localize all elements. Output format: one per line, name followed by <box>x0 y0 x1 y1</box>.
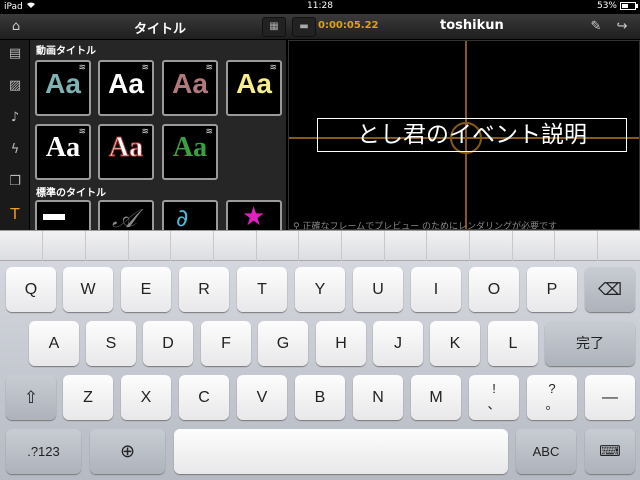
render-note: ⚲ 正確なフレームでプレビュー のためにレンダリングが必要です <box>293 219 558 230</box>
motion-title-4[interactable]: ≋ Aa <box>226 60 282 116</box>
key-j[interactable]: J <box>373 321 423 366</box>
status-time: 11:28 <box>307 1 333 11</box>
thumb-label: Aa <box>45 132 81 163</box>
standard-title-3[interactable]: ∂ <box>162 200 218 230</box>
media-rail: ▤ ▨ ♪ ϟ ❐ T <box>0 40 30 230</box>
render-note-text: 正確なフレームでプレビュー のためにレンダリングが必要です <box>302 222 558 230</box>
top-toolbar: ⌂ タイトル ▦ ▬ 0:00:05.22 toshikun ✎ ↪ <box>0 14 640 40</box>
done-key[interactable]: 完了 <box>545 321 635 366</box>
motion-title-3[interactable]: ≋ Aa <box>162 60 218 116</box>
key-k[interactable]: K <box>430 321 480 366</box>
key-i[interactable]: I <box>411 267 461 312</box>
key-b[interactable]: B <box>295 375 345 420</box>
thumb-label: Aa <box>108 68 144 99</box>
key-question-top: ? <box>548 381 556 396</box>
film-strip-icon[interactable]: ▤ <box>5 44 25 64</box>
key-o[interactable]: O <box>469 267 519 312</box>
section-motion-titles: 動画タイトル <box>36 46 96 57</box>
title-text-field[interactable]: とし君のイベント説明 <box>317 118 627 152</box>
key-w[interactable]: W <box>63 267 113 312</box>
thumb-label: Aa <box>45 68 81 99</box>
key-y[interactable]: Y <box>295 267 345 312</box>
thumb-label: Aa <box>236 68 272 99</box>
lightning-icon[interactable]: ϟ <box>5 140 25 160</box>
key-dash[interactable]: — <box>585 375 635 420</box>
key-s[interactable]: S <box>86 321 136 366</box>
numbers-key[interactable]: .?123 <box>6 429 81 474</box>
key-n[interactable]: N <box>353 375 403 420</box>
info-icon: ⚲ <box>293 222 300 230</box>
key-d[interactable]: D <box>143 321 193 366</box>
key-f[interactable]: F <box>201 321 251 366</box>
panel-title: タイトル <box>134 22 187 37</box>
motion-title-6[interactable]: ≋ Aa <box>98 124 154 180</box>
key-e[interactable]: E <box>121 267 171 312</box>
star-icon: ★ <box>242 202 266 230</box>
thumb-label: Aa <box>172 68 208 99</box>
key-v[interactable]: V <box>237 375 287 420</box>
thumb-label: Aa <box>172 132 208 163</box>
key-h[interactable]: H <box>316 321 366 366</box>
music-note-icon[interactable]: ♪ <box>5 108 25 128</box>
shift-key[interactable]: ⇧ <box>6 375 56 420</box>
standard-title-preview <box>43 214 65 220</box>
standard-title-1[interactable] <box>35 200 91 230</box>
shift-icon: ⇧ <box>23 388 39 407</box>
key-l[interactable]: L <box>488 321 538 366</box>
candidate-bar <box>0 231 640 261</box>
standard-title-2[interactable]: 𝒜 <box>98 200 154 230</box>
text-icon[interactable]: T <box>5 204 25 224</box>
status-bar: iPad 11:28 53% <box>0 0 640 14</box>
script-stroke-icon: 𝒜 <box>112 204 137 230</box>
video-preview[interactable]: とし君のイベント説明 ⚲ 正確なフレームでプレビュー のためにレンダリングが必要… <box>288 40 640 230</box>
motion-title-5[interactable]: ≋ Aa <box>35 124 91 180</box>
key-exclamation-top: ! <box>492 381 496 396</box>
globe-key[interactable]: ⊕ <box>90 429 165 474</box>
key-p[interactable]: P <box>527 267 577 312</box>
key-z[interactable]: Z <box>63 375 113 420</box>
battery-icon <box>620 2 638 10</box>
key-exclamation[interactable]: ! 、 <box>469 375 519 420</box>
backspace-key[interactable]: ⌫ <box>585 267 635 312</box>
photo-icon[interactable]: ▨ <box>5 76 25 96</box>
battery-percent: 53% <box>596 1 617 11</box>
key-r[interactable]: R <box>179 267 229 312</box>
keyboard-dismiss-icon: ⌨ <box>599 443 621 460</box>
backspace-icon: ⌫ <box>597 280 623 299</box>
key-t[interactable]: T <box>237 267 287 312</box>
key-exclamation-bottom: 、 <box>487 397 501 412</box>
grid-icon[interactable]: ▦ <box>262 17 286 37</box>
motion-title-1[interactable]: ≋ Aa <box>35 60 91 116</box>
swirl-icon: ∂ <box>176 204 189 230</box>
dismiss-keyboard-key[interactable]: ⌨ <box>585 429 635 474</box>
film-icon[interactable]: ▬ <box>292 17 316 37</box>
thumb-label: Aa <box>108 132 144 164</box>
key-c[interactable]: C <box>179 375 229 420</box>
key-x[interactable]: X <box>121 375 171 420</box>
abc-key[interactable]: ABC <box>516 429 576 474</box>
on-screen-keyboard: Q W E R T Y U I O P ⌫ A S D F G H J K L … <box>0 230 640 480</box>
key-question[interactable]: ? 。 <box>527 375 577 420</box>
title-panel: 動画タイトル ≋ Aa ≋ Aa ≋ Aa ≋ Aa ≋ Aa ≋ Aa ≋ A… <box>30 40 286 230</box>
layers-icon[interactable]: ❐ <box>5 172 25 192</box>
motion-title-7[interactable]: ≋ Aa <box>162 124 218 180</box>
edit-icon[interactable]: ✎ <box>586 17 606 37</box>
key-u[interactable]: U <box>353 267 403 312</box>
key-a[interactable]: A <box>29 321 79 366</box>
space-bar[interactable] <box>174 429 508 474</box>
key-question-bottom: 。 <box>545 397 559 412</box>
key-m[interactable]: M <box>411 375 461 420</box>
timecode: 0:00:05.22 <box>318 20 379 31</box>
key-g[interactable]: G <box>258 321 308 366</box>
section-standard-titles: 標準のタイトル <box>36 188 106 199</box>
home-icon[interactable]: ⌂ <box>6 17 26 37</box>
globe-icon: ⊕ <box>119 441 136 461</box>
standard-title-4[interactable]: ★ <box>226 200 282 230</box>
motion-title-2[interactable]: ≋ Aa <box>98 60 154 116</box>
share-icon[interactable]: ↪ <box>612 17 632 37</box>
key-q[interactable]: Q <box>6 267 56 312</box>
project-name: toshikun <box>440 18 504 33</box>
